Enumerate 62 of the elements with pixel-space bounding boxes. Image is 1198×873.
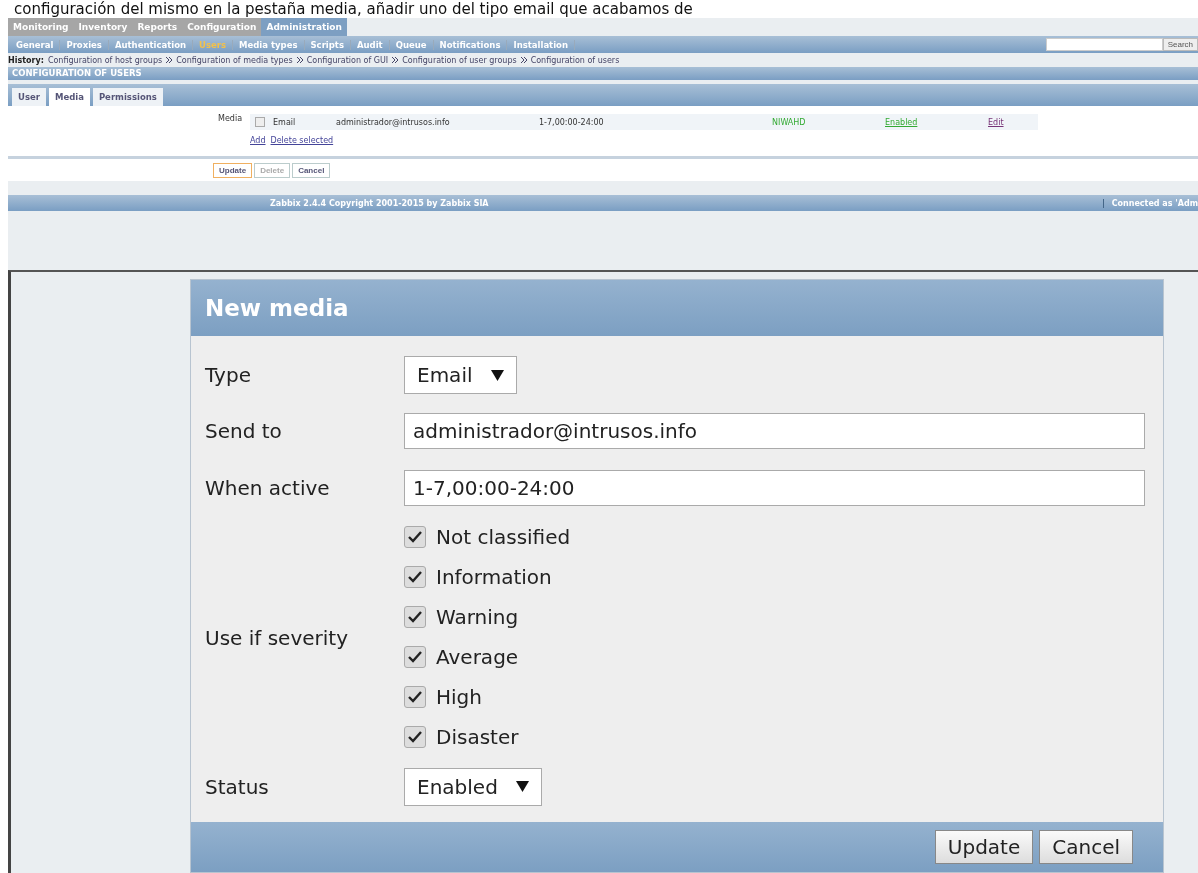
tab[interactable]: Media: [48, 88, 90, 106]
field-label: Status: [205, 773, 270, 801]
checkbox[interactable]: [404, 566, 426, 589]
type-select[interactable]: Email: [404, 356, 517, 394]
checkbox-label: High: [436, 685, 482, 710]
checkbox[interactable]: [404, 526, 426, 549]
field-label: Type: [205, 362, 252, 389]
checkbox[interactable]: [404, 646, 426, 669]
table-cell-text: NIWAHD: [771, 117, 807, 127]
checkbox-label: Disaster: [436, 725, 519, 750]
caption-text: configuración del mismo en la pestaña media, añadir uno del tipo email que acabamos de: [13, 0, 694, 18]
checkbox[interactable]: [404, 686, 426, 709]
field-label: When active: [205, 474, 331, 502]
history-label: History:: [8, 55, 44, 65]
field-label: Use if severity: [205, 625, 349, 653]
checkbox-label: Average: [436, 645, 519, 670]
table-cell-text: Email: [272, 117, 297, 127]
input-field[interactable]: administrador@intrusos.info: [404, 413, 1145, 450]
dialog-button[interactable]: Cancel: [1039, 830, 1133, 864]
history-link[interactable]: Configuration of GUI: [306, 55, 389, 65]
history-link[interactable]: Configuration of host groups: [47, 55, 163, 65]
delete-selected-link[interactable]: Delete selected: [270, 136, 334, 145]
checkmark-icon: [408, 691, 422, 704]
table-cell-text: administrador@intrusos.info: [335, 117, 451, 127]
media-label: Media: [218, 114, 243, 125]
caret-icon: [490, 369, 504, 381]
checkbox-label: Information: [436, 565, 552, 590]
checkbox[interactable]: [404, 726, 426, 749]
dialog-title: New media: [191, 280, 1163, 336]
table-cell-text: 1-7,00:00-24:00: [538, 117, 605, 127]
status-select[interactable]: Enabled: [404, 767, 542, 806]
form-button[interactable]: Cancel: [292, 162, 331, 178]
double-chevron-icon: [520, 57, 527, 63]
dialog-button[interactable]: Update: [934, 830, 1034, 864]
checkmark-icon: [408, 731, 422, 744]
search-button[interactable]: Search: [1162, 38, 1198, 51]
tab[interactable]: Permissions: [92, 88, 163, 106]
history-link[interactable]: Configuration of media types: [176, 55, 293, 65]
double-chevron-icon: [296, 57, 303, 63]
checkbox-label: Warning: [436, 605, 519, 630]
caret-icon: [515, 781, 529, 793]
history-link[interactable]: Configuration of user groups: [402, 55, 517, 65]
history-link[interactable]: Configuration of users: [530, 55, 620, 65]
add-link[interactable]: Add: [250, 136, 266, 145]
tab[interactable]: User: [12, 88, 46, 106]
search-field[interactable]: [1045, 38, 1163, 51]
double-chevron-icon: [166, 57, 173, 63]
edit-link[interactable]: Edit: [988, 117, 1004, 127]
field-label: Send to: [205, 418, 283, 446]
copyright-text: Zabbix 2.4.4 Copyright 2001-2015 by Zabbix SIA: [270, 198, 489, 208]
checkmark-icon: [408, 531, 422, 544]
checkmark-icon: [408, 651, 422, 664]
checkmark-icon: [408, 611, 422, 624]
section-title: CONFIGURATION OF USERS: [8, 67, 1198, 80]
checkbox[interactable]: [404, 606, 426, 629]
connected-text: Connected as 'Adm: [1102, 198, 1198, 208]
checkbox-label: Not classified: [436, 525, 571, 550]
checkmark-icon: [408, 571, 422, 584]
checkbox[interactable]: [255, 117, 266, 127]
input-field[interactable]: 1-7,00:00-24:00: [404, 469, 1145, 506]
double-chevron-icon: [392, 57, 399, 63]
form-button[interactable]: Update: [213, 162, 253, 178]
